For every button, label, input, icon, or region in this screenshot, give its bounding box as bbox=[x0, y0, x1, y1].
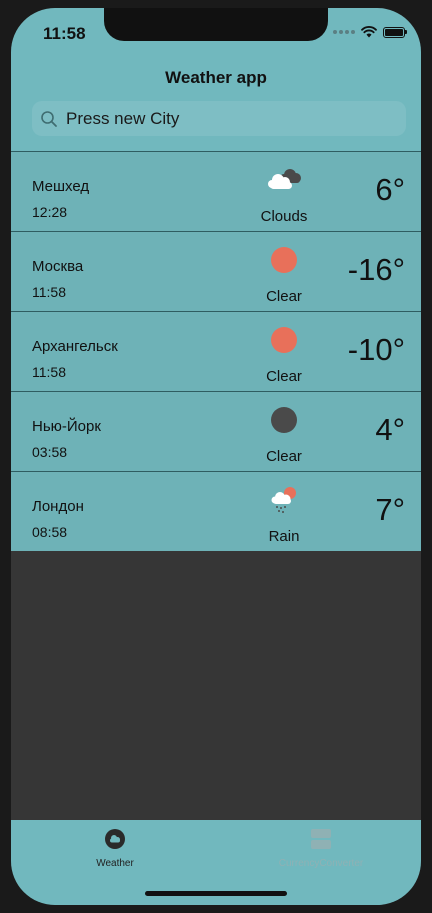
signal-icon bbox=[333, 30, 355, 34]
city-row[interactable]: Нью-Йорк 03:58 Clear 4° bbox=[11, 391, 421, 471]
device-notch bbox=[104, 8, 328, 41]
city-name: Архангельск bbox=[32, 338, 118, 355]
city-name: Москва bbox=[32, 258, 84, 275]
clouds-icon bbox=[268, 169, 301, 189]
cloud-tab-icon bbox=[105, 829, 125, 849]
temperature: 6° bbox=[375, 172, 405, 207]
city-name: Лондон bbox=[32, 498, 84, 515]
weather-condition: Clouds bbox=[260, 208, 308, 225]
weather-condition: Rain bbox=[268, 528, 300, 545]
weather-condition: Clear bbox=[266, 288, 302, 305]
weather-condition: Clear bbox=[266, 368, 302, 385]
search-bar[interactable] bbox=[32, 101, 406, 136]
search-input[interactable] bbox=[64, 107, 388, 130]
tab-weather[interactable]: Weather bbox=[55, 828, 175, 869]
city-list: Мешхед 12:28 Clouds 6° Москва 11:58 Clea… bbox=[11, 151, 421, 551]
database-tab-icon bbox=[311, 829, 331, 849]
city-row[interactable]: Лондон 08:58 Rain 7° bbox=[11, 471, 421, 551]
city-time: 03:58 bbox=[32, 444, 68, 460]
moon-icon bbox=[271, 407, 297, 433]
city-row[interactable]: Мешхед 12:28 Clouds 6° bbox=[11, 151, 421, 231]
city-time: 08:58 bbox=[32, 524, 68, 540]
city-name: Мешхед bbox=[32, 178, 90, 195]
home-indicator bbox=[145, 891, 287, 896]
city-row[interactable]: Архангельск 11:58 Clear -10° bbox=[11, 311, 421, 391]
rain-icon bbox=[271, 487, 296, 513]
tab-currency-label: CurrencyConverter bbox=[278, 858, 364, 869]
city-row[interactable]: Москва 11:58 Clear -16° bbox=[11, 231, 421, 311]
temperature: -16° bbox=[347, 252, 405, 287]
city-time: 11:58 bbox=[32, 284, 66, 300]
temperature: 7° bbox=[375, 492, 405, 527]
battery-icon bbox=[383, 26, 405, 38]
status-time: 11:58 bbox=[43, 24, 86, 43]
sun-icon bbox=[271, 247, 297, 273]
wifi-icon bbox=[361, 26, 377, 38]
page-title: Weather app bbox=[165, 68, 267, 87]
temperature: -10° bbox=[347, 332, 405, 367]
weather-condition: Clear bbox=[266, 448, 302, 465]
city-name: Нью-Йорк bbox=[32, 418, 101, 435]
city-time: 12:28 bbox=[32, 204, 68, 220]
tab-weather-label: Weather bbox=[96, 858, 134, 869]
temperature: 4° bbox=[375, 412, 405, 447]
sun-icon bbox=[271, 327, 297, 353]
phone-screen: 11:58 Weather app Мешхед 12:28 bbox=[11, 8, 421, 905]
search-icon bbox=[41, 110, 57, 127]
city-time: 11:58 bbox=[32, 364, 66, 380]
status-icons bbox=[333, 26, 407, 38]
tab-currency-converter[interactable]: CurrencyConverter bbox=[261, 828, 381, 869]
